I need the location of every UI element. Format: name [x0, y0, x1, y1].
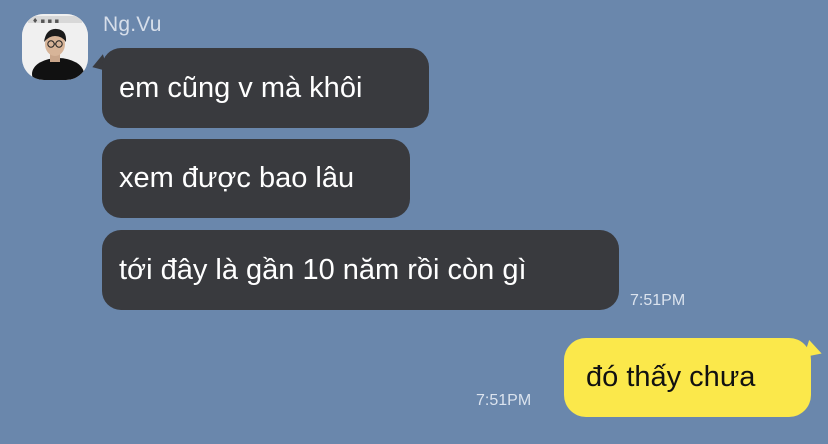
profile-photo-icon: ♦ ▪ ▪ ▪: [22, 14, 88, 80]
outgoing-timestamp: 7:51PM: [476, 392, 532, 409]
incoming-timestamp: 7:51PM: [630, 292, 686, 309]
message-text: em cũng v mà khôi: [119, 71, 363, 104]
message-text: tới đây là gần 10 năm rồi còn gì: [119, 253, 527, 286]
svg-text:♦ ▪ ▪ ▪: ♦ ▪ ▪ ▪: [32, 17, 59, 25]
message-text: đó thấy chưa: [586, 361, 756, 393]
sender-name: Ng.Vu: [103, 13, 162, 36]
incoming-message[interactable]: xem được bao lâu: [102, 139, 410, 218]
incoming-message[interactable]: tới đây là gần 10 năm rồi còn gì: [102, 230, 619, 310]
message-text: xem được bao lâu: [119, 162, 355, 194]
outgoing-message[interactable]: đó thấy chưa: [564, 338, 811, 417]
incoming-message[interactable]: em cũng v mà khôi: [102, 48, 429, 128]
avatar[interactable]: ♦ ▪ ▪ ▪: [22, 14, 88, 80]
